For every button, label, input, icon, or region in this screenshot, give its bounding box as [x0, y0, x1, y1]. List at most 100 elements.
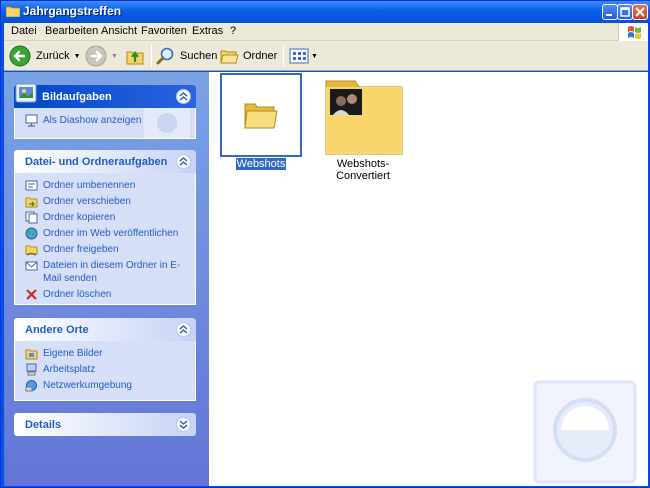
- task-label: Ordner im Web veröffentlichen: [43, 228, 179, 239]
- file-folder-tasks-group: Datei- und Ordneraufgaben Ordner umbenen…: [14, 150, 196, 305]
- forward-button[interactable]: ▼: [85, 44, 118, 68]
- menu-bearbeiten[interactable]: Bearbeiten: [45, 25, 98, 37]
- details-title: Details: [25, 419, 62, 431]
- other-places-header[interactable]: Andere Orte: [14, 318, 196, 341]
- picture-tasks-group: Bildaufgaben Als Diashow anzeigen: [14, 83, 196, 139]
- back-arrow-icon: [9, 45, 31, 67]
- other-places-title: Andere Orte: [25, 324, 89, 336]
- window-title: Jahrgangstreffen: [23, 4, 122, 18]
- task-label: Ordner verschieben: [43, 196, 131, 207]
- toolbar-separator: [151, 45, 152, 67]
- views-button[interactable]: ▼: [289, 44, 318, 68]
- menu-extras[interactable]: Extras: [192, 25, 223, 37]
- collapse-button[interactable]: [176, 322, 191, 337]
- collapse-button[interactable]: [176, 89, 191, 104]
- folder-label: Webshots: [235, 158, 287, 170]
- menu-datei[interactable]: Datei: [11, 25, 37, 37]
- windows-flag-icon: [628, 26, 641, 39]
- folder-thumbnail-icon: [325, 80, 403, 155]
- task-label: Ordner freigeben: [43, 244, 119, 255]
- search-button[interactable]: Suchen: [156, 44, 217, 68]
- menu-help[interactable]: ?: [230, 25, 236, 37]
- up-folder-icon: [126, 51, 144, 65]
- details-group: Details: [14, 413, 196, 436]
- views-dropdown-icon[interactable]: ▼: [311, 53, 318, 60]
- views-icon: [289, 48, 309, 64]
- collapse-button[interactable]: [176, 154, 191, 169]
- minimize-button[interactable]: [602, 4, 618, 20]
- menu-bar: Datei Bearbeiten Ansicht Favoriten Extra…: [4, 23, 648, 41]
- back-button[interactable]: Zurück ▼: [9, 44, 81, 68]
- task-share-folder[interactable]: Ordner freigeben: [25, 243, 187, 256]
- maximize-icon: [620, 7, 630, 17]
- title-bar[interactable]: Jahrgangstreffen: [1, 1, 650, 23]
- rename-icon: [25, 180, 38, 191]
- place-my-pictures[interactable]: Eigene Bilder: [25, 347, 187, 360]
- maximize-button[interactable]: [617, 4, 633, 20]
- task-move-folder[interactable]: Ordner verschieben: [25, 195, 187, 208]
- slideshow-icon: [25, 114, 38, 127]
- task-delete-folder[interactable]: Ordner löschen: [25, 288, 187, 301]
- task-label: Als Diashow anzeigen: [43, 115, 142, 126]
- folders-label: Ordner: [243, 50, 278, 62]
- search-icon: [156, 47, 174, 65]
- back-label: Zurück: [36, 50, 70, 62]
- back-dropdown-icon[interactable]: ▼: [74, 53, 81, 60]
- other-places-body: Eigene Bilder Arbeitsplatz Netzwerkumgeb…: [14, 341, 196, 401]
- expand-button[interactable]: [176, 417, 191, 432]
- copy-icon: [25, 211, 38, 224]
- file-folder-tasks-title: Datei- und Ordneraufgaben: [25, 156, 168, 168]
- delete-icon: [26, 289, 37, 300]
- task-label: Netzwerkumgebung: [43, 380, 132, 391]
- explorer-window: Jahrgangstreffen Datei Bearbeiten Ansich…: [0, 0, 650, 488]
- menu-favoriten[interactable]: Favoriten: [141, 25, 187, 37]
- folders-button[interactable]: Ordner: [219, 44, 277, 68]
- toolbar: Zurück ▼ ▼ Suchen Ordner ▼: [4, 41, 648, 71]
- close-icon: [635, 7, 645, 17]
- camera-watermark-icon: [533, 380, 637, 484]
- toolbar-separator: [283, 45, 284, 67]
- menu-ansicht[interactable]: Ansicht: [101, 25, 137, 37]
- file-folder-tasks-body: Ordner umbenennen Ordner verschieben Ord…: [14, 173, 196, 305]
- task-label: Arbeitsplatz: [43, 364, 96, 375]
- task-pane: Bildaufgaben Als Diashow anzeigen Datei-…: [4, 72, 209, 486]
- pictures-icon: [15, 83, 37, 103]
- computer-icon: [26, 363, 37, 376]
- task-label: Ordner kopieren: [43, 212, 116, 223]
- picture-tasks-body: Als Diashow anzeigen: [14, 108, 196, 139]
- picture-tasks-header[interactable]: Bildaufgaben: [14, 83, 196, 108]
- minimize-icon: [606, 14, 612, 16]
- place-my-computer[interactable]: Arbeitsplatz: [25, 363, 187, 376]
- task-label: Eigene Bilder: [43, 348, 103, 359]
- file-folder-tasks-header[interactable]: Datei- und Ordneraufgaben: [14, 150, 196, 173]
- task-publish-web[interactable]: Ordner im Web veröffentlichen: [25, 227, 187, 240]
- email-icon: [25, 261, 38, 271]
- move-folder-icon: [25, 197, 38, 208]
- up-folder-button[interactable]: [125, 44, 145, 68]
- folder-icon: [244, 103, 278, 129]
- picture-tasks-title: Bildaufgaben: [42, 91, 112, 103]
- windows-logo: [618, 23, 648, 41]
- network-icon: [25, 380, 37, 392]
- forward-arrow-icon: [85, 45, 107, 67]
- globe-icon: [25, 227, 38, 240]
- folder-view[interactable]: Webshots Webshots-Convertiert: [209, 72, 648, 486]
- search-label: Suchen: [180, 50, 218, 62]
- share-folder-icon: [25, 245, 38, 256]
- other-places-group: Andere Orte Eigene Bilder Arbeitsplatz N…: [14, 318, 196, 401]
- close-button[interactable]: [632, 4, 648, 20]
- task-label: Ordner löschen: [43, 289, 112, 300]
- details-header[interactable]: Details: [14, 413, 196, 436]
- forward-dropdown-icon[interactable]: ▼: [111, 53, 118, 60]
- task-rename-folder[interactable]: Ordner umbenennen: [25, 179, 187, 192]
- folder-label: Webshots-Convertiert: [336, 158, 390, 182]
- folder-icon: [6, 6, 20, 17]
- task-label: Ordner umbenennen: [43, 180, 136, 191]
- task-copy-folder[interactable]: Ordner kopieren: [25, 211, 187, 224]
- chevron-down-icon: [179, 420, 188, 429]
- task-email-files[interactable]: Dateien in diesem Ordner in E-Mail sende…: [25, 259, 187, 285]
- chevron-up-icon: [179, 325, 188, 334]
- place-network[interactable]: Netzwerkumgebung: [25, 379, 187, 392]
- chevron-up-icon: [179, 157, 188, 166]
- folders-icon: [220, 50, 239, 64]
